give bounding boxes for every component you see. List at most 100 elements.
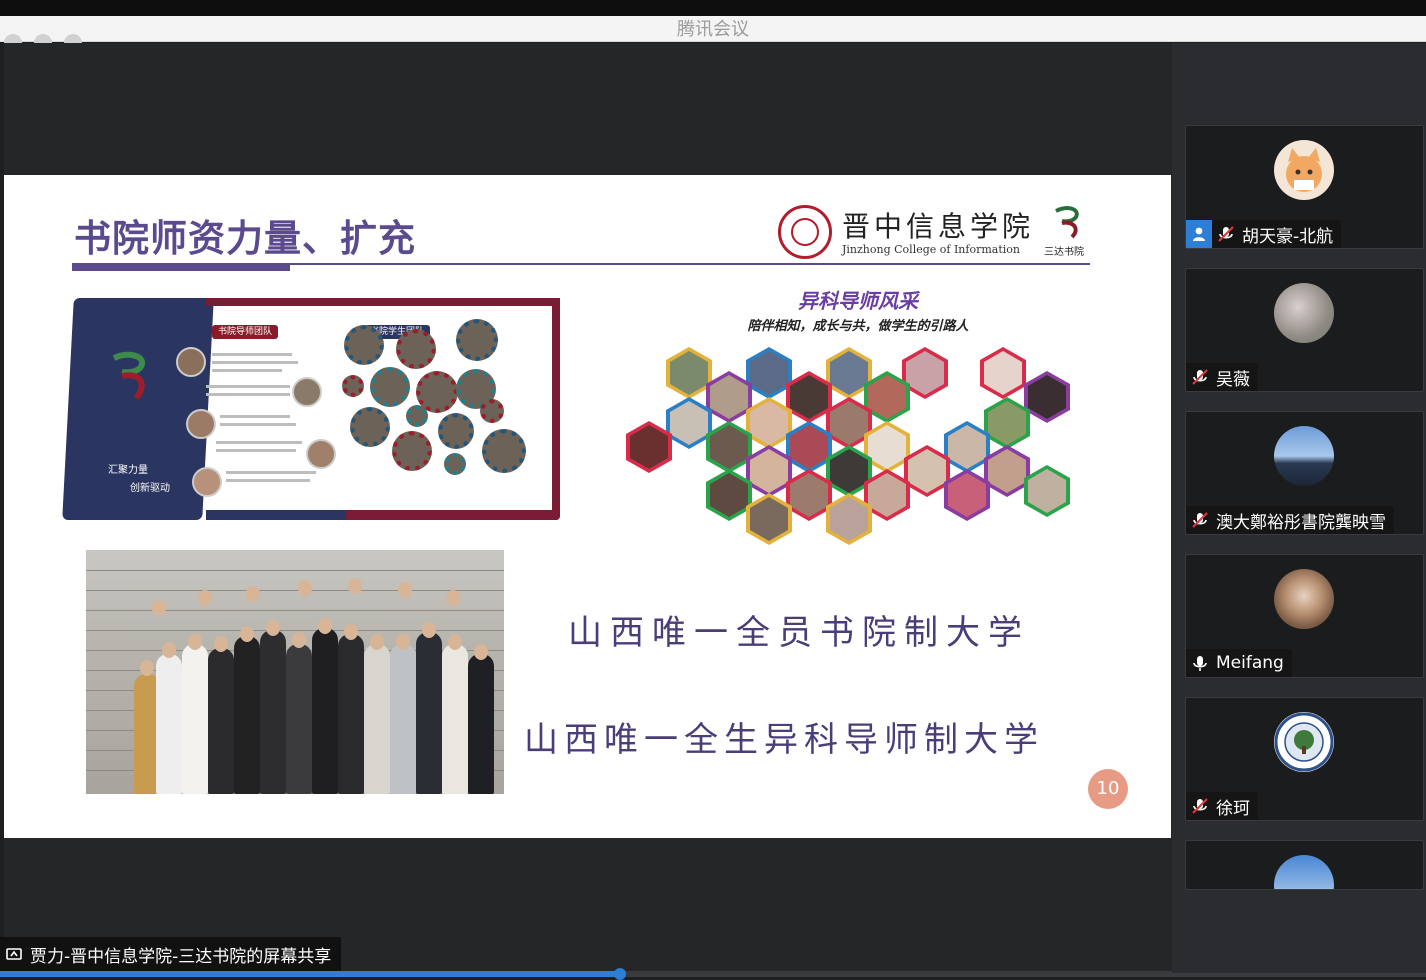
mentor-bio-text <box>220 423 296 426</box>
participant-tile[interactable]: 澳大鄭裕彤書院龔映雪 <box>1185 411 1424 535</box>
university-seal-avatar <box>1274 712 1334 772</box>
cat-avatar <box>1274 140 1334 200</box>
mentor-bio-text <box>226 471 316 474</box>
self-user-icon <box>1186 220 1212 248</box>
mentor-bio-text <box>212 369 282 372</box>
mentor-hex-photo <box>1024 465 1070 517</box>
mentor-section-title: 异科导师风采 <box>798 289 918 313</box>
mentor-hex-photo <box>666 347 712 399</box>
playback-progress-fill <box>0 971 620 977</box>
mentor-hex-photo <box>904 445 950 497</box>
mic-muted-icon <box>1212 220 1240 248</box>
mentor-hex-photo <box>746 493 792 545</box>
mentor-hex-photo <box>786 469 832 521</box>
portrait-avatar <box>1274 569 1334 629</box>
presentation-slide: 书院师资力量、扩充 晋中信息学院 Jinzhong College of Inf… <box>4 175 1171 838</box>
mentor-hex-photo <box>944 421 990 473</box>
participant-name: Meifang <box>1216 653 1284 673</box>
mentor-bio-text <box>212 361 298 364</box>
mentor-bio-text <box>206 385 290 388</box>
participant-tile[interactable]: 胡天豪-北航 <box>1185 125 1424 249</box>
mic-muted-icon <box>1186 792 1214 820</box>
mentor-section-subtitle: 陪伴相知，成长与共，做学生的引路人 <box>747 319 969 334</box>
board-caption-mentors: 书院导师团队 <box>212 325 279 339</box>
playback-scrubber[interactable] <box>614 968 626 980</box>
participant-name-tag: 澳大鄭裕彤書院龔映雪 <box>1186 506 1394 534</box>
mentor-photo <box>192 467 222 497</box>
window-title: 腾讯会议 <box>677 19 749 40</box>
participant-gallery[interactable]: 胡天豪-北航 吴薇 澳大鄭裕彤書院龔映雪 Meifang 徐珂 <box>1172 43 1426 973</box>
student-gear-photo <box>344 325 384 365</box>
participant-tile[interactable]: Meifang <box>1185 554 1424 678</box>
sky-avatar <box>1274 426 1334 486</box>
mentor-hex-photo <box>786 371 832 423</box>
mentor-hex-photo <box>786 421 832 473</box>
participant-name-tag: 徐珂 <box>1186 792 1258 820</box>
student-gear-photo <box>456 319 498 361</box>
participant-tile[interactable] <box>1185 840 1424 890</box>
faculty-group-photo <box>86 550 504 794</box>
college-seal-icon <box>778 205 832 259</box>
board-base-line <box>206 510 346 520</box>
participant-name-tag: Meifang <box>1186 649 1292 677</box>
participant-name: 徐珂 <box>1216 798 1250 819</box>
mentor-hex-photo <box>980 347 1026 399</box>
mentor-photo <box>292 377 322 407</box>
mic-on-icon <box>1186 649 1214 677</box>
mentor-hex-photo <box>746 397 792 449</box>
college-logo: 晋中信息学院 Jinzhong College of Information 三… <box>778 203 1098 263</box>
student-gear-photo <box>396 329 436 369</box>
mentor-bio-text <box>216 449 296 452</box>
mentor-hex-photo <box>746 347 792 399</box>
mentor-hex-photo <box>1024 371 1070 423</box>
board-logo-icon <box>112 351 145 400</box>
mentor-photo <box>306 439 336 469</box>
college-name-cn: 晋中信息学院 <box>842 210 1035 243</box>
mentor-hex-photo <box>984 397 1030 449</box>
student-gear-photo <box>370 367 410 407</box>
mentor-hex-photo <box>706 469 752 521</box>
student-gear-photo <box>438 413 474 449</box>
mountain-avatar <box>1274 855 1334 889</box>
small-gear-icon <box>480 399 504 423</box>
mentor-hex-photo <box>666 397 712 449</box>
mentor-hex-photo <box>706 421 752 473</box>
academy-logo-icon <box>1055 206 1079 239</box>
mentor-bio-text <box>216 441 302 444</box>
mentor-bio-text <box>226 479 310 482</box>
participant-tile[interactable]: 徐珂 <box>1185 697 1424 821</box>
screen-share-banner[interactable]: 贾力-晋中信息学院-三达书院的屏幕共享 <box>0 937 342 971</box>
mentor-hex-photo <box>746 445 792 497</box>
top-strip <box>0 0 1426 16</box>
screen-share-icon <box>6 948 22 960</box>
student-gear-photo <box>392 431 432 471</box>
mentor-hex-photo <box>706 371 752 423</box>
small-gear-icon <box>342 375 364 397</box>
slide-page-number: 10 <box>1088 769 1128 809</box>
blossom-avatar <box>1274 283 1334 343</box>
slide-title: 书院师资力量、扩充 <box>74 216 416 260</box>
participant-name: 吴薇 <box>1216 369 1250 390</box>
participant-tile[interactable]: 吴薇 <box>1185 268 1424 392</box>
mentor-hex-photo <box>984 445 1030 497</box>
title-underline-accent <box>72 263 290 271</box>
mic-muted-icon <box>1186 506 1214 534</box>
participant-name-tag: 胡天豪-北航 <box>1186 220 1342 248</box>
board-slogan-1: 汇聚力量 <box>108 465 148 476</box>
small-gear-icon <box>406 405 428 427</box>
mentor-photo <box>186 409 216 439</box>
mentor-hex-photo <box>944 469 990 521</box>
board-slogan-2: 创新驱动 <box>130 483 170 494</box>
team-display-board: 汇聚力量 创新驱动 书院导师团队 书院学生团队 <box>62 295 564 521</box>
mentor-bio-text <box>220 415 290 418</box>
participant-name: 澳大鄭裕彤書院龔映雪 <box>1216 512 1386 533</box>
participant-name: 胡天豪-北航 <box>1242 226 1334 247</box>
participant-name-tag: 吴薇 <box>1186 363 1258 391</box>
student-gear-photo <box>482 429 526 473</box>
mentor-bio-text <box>212 353 292 356</box>
calligraphy-line-1: 山西唯一全员书院制大学 <box>568 613 1030 653</box>
academy-logo-text: 三达书院 <box>1044 247 1084 258</box>
college-name-en: Jinzhong College of Information <box>842 243 1020 256</box>
calligraphy-line-2: 山西唯一全生异科导师制大学 <box>524 720 1044 760</box>
mentor-photo <box>176 347 206 377</box>
